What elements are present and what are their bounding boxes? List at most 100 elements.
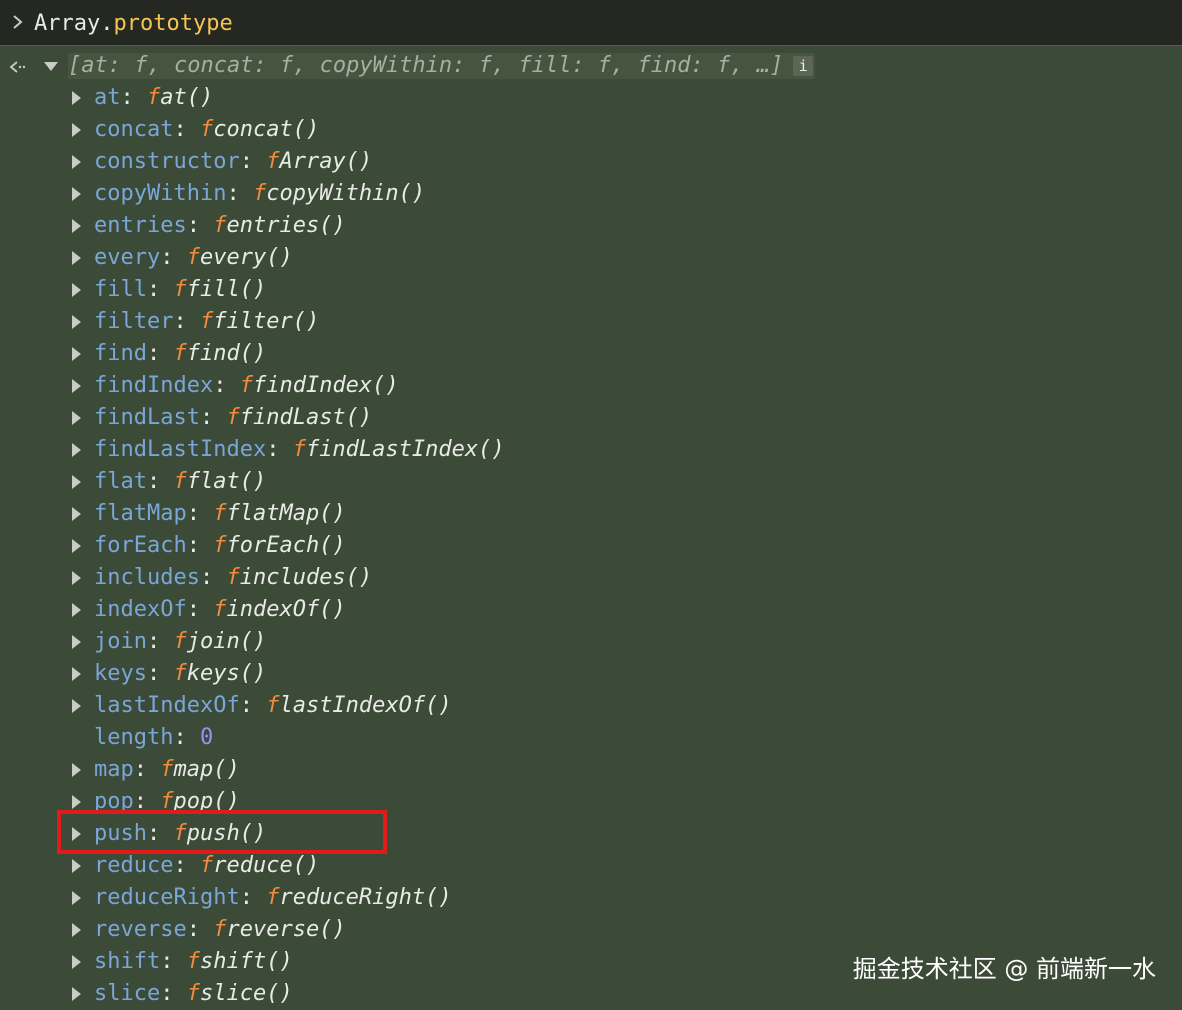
function-name: concat() — [213, 117, 320, 142]
function-name: Array() — [279, 149, 373, 174]
console-input-text[interactable]: Array.prototype — [34, 10, 233, 38]
caret-right-icon[interactable] — [72, 347, 81, 361]
caret-right-icon[interactable] — [72, 411, 81, 425]
property-row-entries[interactable]: entries: f entries() — [72, 210, 505, 242]
property-row-lastIndexOf[interactable]: lastIndexOf: f lastIndexOf() — [72, 690, 505, 722]
caret-right-icon[interactable] — [72, 763, 81, 777]
property-row-join[interactable]: join: f join() — [72, 626, 505, 658]
caret-right-icon[interactable] — [72, 219, 81, 233]
property-row-push[interactable]: push: f push() — [72, 818, 505, 850]
caret-right-icon[interactable] — [72, 315, 81, 329]
caret-right-icon[interactable] — [72, 795, 81, 809]
property-key: filter — [94, 309, 174, 334]
caret-right-icon[interactable] — [72, 955, 81, 969]
caret-right-icon[interactable] — [72, 187, 81, 201]
property-row-flatMap[interactable]: flatMap: f flatMap() — [72, 498, 505, 530]
caret-right-icon[interactable] — [72, 891, 81, 905]
property-colon: : — [173, 117, 200, 142]
property-row-reverse[interactable]: reverse: f reverse() — [72, 914, 505, 946]
caret-right-icon[interactable] — [72, 571, 81, 585]
caret-right-icon[interactable] — [72, 507, 81, 521]
property-row-pop[interactable]: pop: f pop() — [72, 786, 505, 818]
property-row-concat[interactable]: concat: f concat() — [72, 114, 505, 146]
function-marker: f — [213, 533, 227, 558]
caret-right-icon[interactable] — [72, 827, 81, 841]
property-row-map[interactable]: map: f map() — [72, 754, 505, 786]
result-summary[interactable]: [at: f, concat: f, copyWithin: f, fill: … — [68, 53, 816, 79]
caret-right-icon[interactable] — [72, 859, 81, 873]
property-row-findIndex[interactable]: findIndex: f findIndex() — [72, 370, 505, 402]
property-row-keys[interactable]: keys: f keys() — [72, 658, 505, 690]
property-colon: : — [239, 885, 267, 910]
caret-right-icon[interactable] — [72, 699, 81, 713]
function-marker: f — [173, 469, 187, 494]
caret-right-icon[interactable] — [72, 603, 81, 617]
property-colon: : — [226, 181, 253, 206]
function-marker: f — [292, 437, 306, 462]
property-row-flat[interactable]: flat: f flat() — [72, 466, 505, 498]
property-row-at[interactable]: at: f at() — [72, 82, 505, 114]
function-name: findIndex() — [252, 373, 399, 398]
function-marker: f — [173, 341, 187, 366]
function-marker: f — [173, 661, 187, 686]
property-colon: : — [160, 245, 187, 270]
function-marker: f — [173, 277, 187, 302]
property-key: flat — [94, 469, 147, 494]
property-row-findLast[interactable]: findLast: f findLast() — [72, 402, 505, 434]
property-row-filter[interactable]: filter: f filter() — [72, 306, 505, 338]
property-row-reduceRight[interactable]: reduceRight: f reduceRight() — [72, 882, 505, 914]
function-marker: f — [160, 757, 174, 782]
property-row-find[interactable]: find: f find() — [72, 338, 505, 370]
property-key: slice — [94, 981, 161, 1006]
property-row-fill[interactable]: fill: f fill() — [72, 274, 505, 306]
caret-right-icon[interactable] — [72, 443, 81, 457]
info-icon[interactable]: i — [793, 56, 814, 76]
caret-right-icon[interactable] — [72, 475, 81, 489]
function-name: forEach() — [226, 533, 346, 558]
input-property: prototype — [113, 11, 233, 36]
property-key: pop — [94, 789, 134, 814]
caret-right-icon[interactable] — [72, 123, 81, 137]
result-summary-row[interactable]: [at: f, concat: f, copyWithin: f, fill: … — [44, 53, 816, 79]
property-row-forEach[interactable]: forEach: f forEach() — [72, 530, 505, 562]
function-name: copyWithin() — [266, 181, 426, 206]
property-row-copyWithin[interactable]: copyWithin: f copyWithin() — [72, 178, 505, 210]
function-name: indexOf() — [226, 597, 346, 622]
caret-down-icon[interactable] — [44, 61, 58, 71]
property-row-findLastIndex[interactable]: findLastIndex: f findLastIndex() — [72, 434, 505, 466]
caret-right-icon[interactable] — [72, 987, 81, 1001]
property-row-indexOf[interactable]: indexOf: f indexOf() — [72, 594, 505, 626]
function-marker: f — [147, 85, 161, 110]
function-marker: f — [266, 149, 280, 174]
caret-right-icon[interactable] — [72, 635, 81, 649]
property-colon: : — [199, 405, 227, 430]
caret-right-icon[interactable] — [72, 155, 81, 169]
property-row-constructor[interactable]: constructor: f Array() — [72, 146, 505, 178]
caret-right-icon[interactable] — [72, 539, 81, 553]
caret-right-icon[interactable] — [72, 283, 81, 297]
function-marker: f — [266, 885, 280, 910]
caret-right-icon[interactable] — [72, 91, 81, 105]
property-colon: : — [239, 149, 267, 174]
caret-right-icon[interactable] — [72, 667, 81, 681]
function-marker: f — [186, 949, 200, 974]
caret-right-icon[interactable] — [72, 379, 81, 393]
property-row-every[interactable]: every: f every() — [72, 242, 505, 274]
property-key: find — [94, 341, 147, 366]
property-colon: : — [239, 693, 267, 718]
property-row-reduce[interactable]: reduce: f reduce() — [72, 850, 505, 882]
property-colon: : — [133, 757, 161, 782]
caret-right-icon[interactable] — [72, 923, 81, 937]
property-colon: : — [146, 661, 174, 686]
property-key: findIndex — [94, 373, 214, 398]
console-input-line[interactable]: Array.prototype — [0, 0, 1182, 46]
function-marker: f — [199, 853, 214, 878]
caret-right-icon[interactable] — [72, 251, 81, 265]
property-row-slice[interactable]: slice: f slice() — [72, 978, 505, 1010]
property-row-includes[interactable]: includes: f includes() — [72, 562, 505, 594]
property-row-shift[interactable]: shift: f shift() — [72, 946, 505, 978]
chevron-right-icon — [13, 15, 23, 29]
property-colon: : — [186, 501, 214, 526]
property-key: includes — [94, 565, 200, 590]
property-row-length: length: 0 — [72, 722, 505, 754]
